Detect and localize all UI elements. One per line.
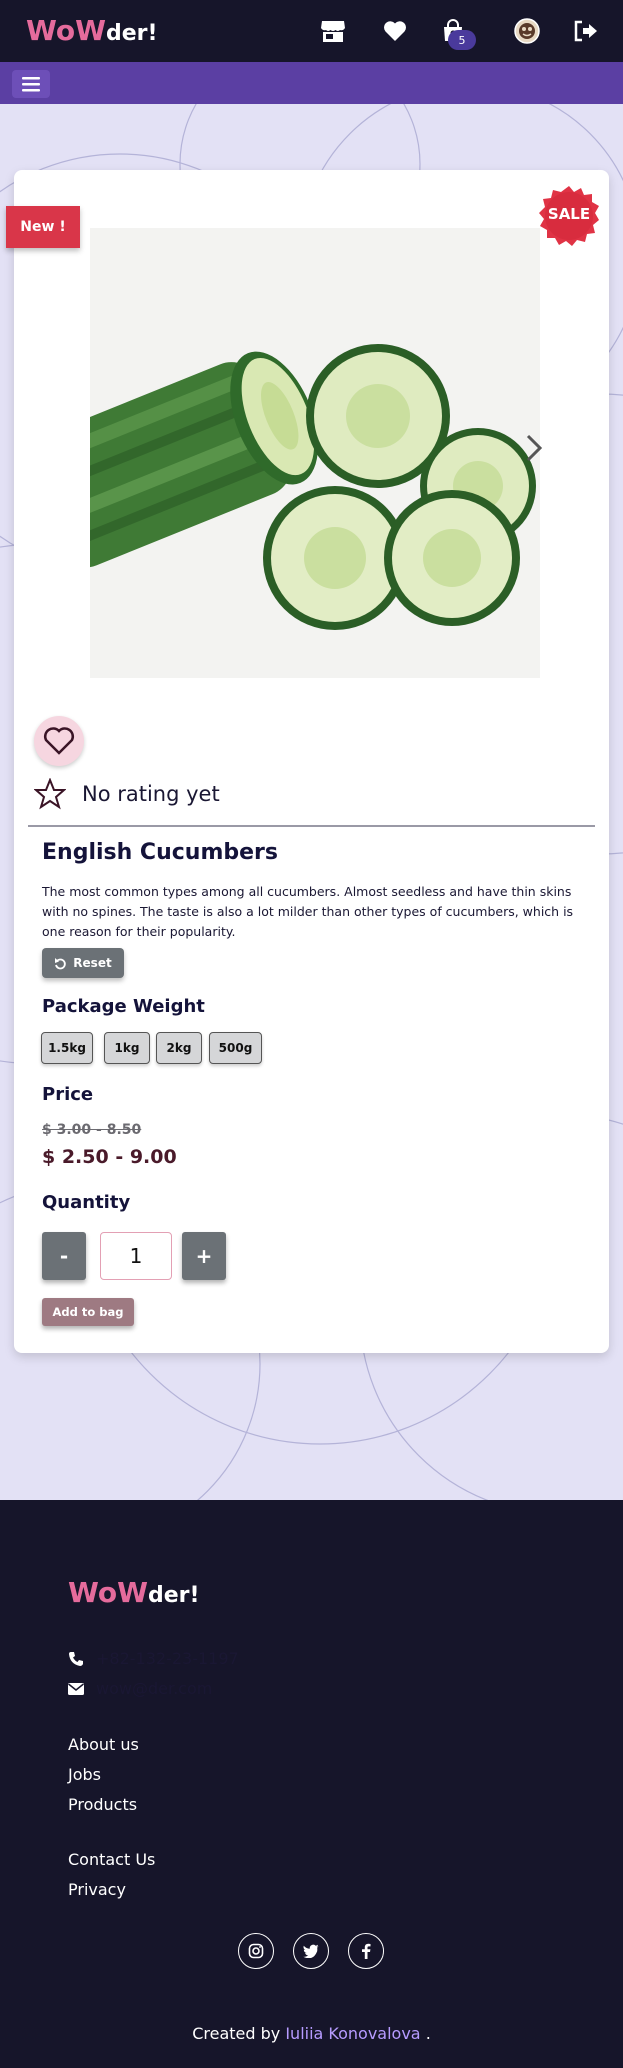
new-label: New !	[6, 206, 80, 248]
footer-link-jobs[interactable]: Jobs	[68, 1765, 101, 1784]
undo-icon	[55, 957, 67, 969]
add-to-bag-button[interactable]: Add to bag	[42, 1298, 134, 1326]
package-weight-label: Package Weight	[42, 996, 205, 1017]
logout-icon[interactable]	[571, 16, 601, 46]
quantity-label: Quantity	[42, 1192, 131, 1213]
footer-logo-wow: WoW	[68, 1576, 149, 1609]
secondary-navbar	[0, 62, 623, 104]
avatar[interactable]	[512, 16, 542, 46]
product-title: English Cucumbers	[42, 840, 278, 865]
footer-link-products[interactable]: Products	[68, 1795, 137, 1814]
weight-option-500g[interactable]: 500g	[209, 1032, 262, 1064]
rating-text: No rating yet	[82, 782, 220, 806]
quantity-decrease-button[interactable]: -	[42, 1232, 86, 1280]
cart-count-badge: 5	[448, 30, 476, 50]
credits-author-link[interactable]: Iuliia Konovalova	[285, 2024, 420, 2043]
twitter-icon	[303, 1944, 319, 1958]
carousel-next-arrow[interactable]	[522, 430, 546, 466]
email-address: wow@der.com	[96, 1679, 213, 1698]
star-icon[interactable]	[33, 777, 67, 810]
credits: Created by Iuliia Konovalova .	[0, 2024, 623, 2043]
credits-prefix: Created by	[192, 2024, 281, 2043]
footer-phone[interactable]: +82-132-23-1197	[68, 1649, 239, 1668]
logo-wow: WoW	[26, 14, 107, 47]
sale-label: SALE	[547, 205, 591, 223]
heart-icon[interactable]	[380, 16, 410, 46]
add-to-favorites-button[interactable]	[34, 716, 84, 766]
footer-link-privacy[interactable]: Privacy	[68, 1880, 126, 1899]
cucumber-photo	[90, 228, 540, 678]
footer-logo[interactable]: WoWder!	[68, 1576, 200, 1609]
price-label: Price	[42, 1084, 94, 1105]
divider	[28, 825, 595, 827]
instagram-icon	[248, 1943, 264, 1959]
facebook-icon	[362, 1943, 371, 1959]
facebook-button[interactable]	[348, 1933, 384, 1969]
envelope-icon	[68, 1682, 84, 1695]
weight-option-2kg[interactable]: 2kg	[156, 1032, 202, 1064]
product-description: The most common types among all cucumber…	[42, 884, 574, 939]
reset-button[interactable]: Reset	[42, 948, 124, 978]
current-price: $ 2.50 - 9.00	[42, 1146, 177, 1168]
footer-logo-der: der!	[148, 1583, 200, 1608]
phone-number: +82-132-23-1197	[96, 1649, 239, 1668]
logo-der: der!	[106, 21, 158, 46]
old-price: $ 3.00 - 8.50	[42, 1122, 142, 1138]
heart-outline-icon	[44, 727, 74, 755]
brand-logo[interactable]: WoWder!	[26, 14, 158, 47]
quantity-input[interactable]	[100, 1232, 172, 1280]
footer-email[interactable]: wow@der.com	[68, 1679, 212, 1698]
product-image[interactable]	[90, 228, 540, 678]
footer-link-about[interactable]: About us	[68, 1735, 139, 1754]
store-icon[interactable]	[318, 16, 348, 46]
footer-link-contact[interactable]: Contact Us	[68, 1850, 155, 1869]
twitter-button[interactable]	[293, 1933, 329, 1969]
quantity-increase-button[interactable]: +	[182, 1232, 226, 1280]
reset-label: Reset	[73, 956, 112, 970]
phone-icon	[69, 1651, 83, 1666]
hamburger-icon	[22, 77, 40, 92]
chevron-right-icon	[526, 434, 543, 462]
instagram-button[interactable]	[238, 1933, 274, 1969]
credits-suffix: .	[425, 2024, 431, 2043]
weight-option-1-5kg[interactable]: 1.5kg	[41, 1032, 93, 1064]
hamburger-menu-button[interactable]	[12, 70, 50, 98]
weight-option-1kg[interactable]: 1kg	[104, 1032, 150, 1064]
